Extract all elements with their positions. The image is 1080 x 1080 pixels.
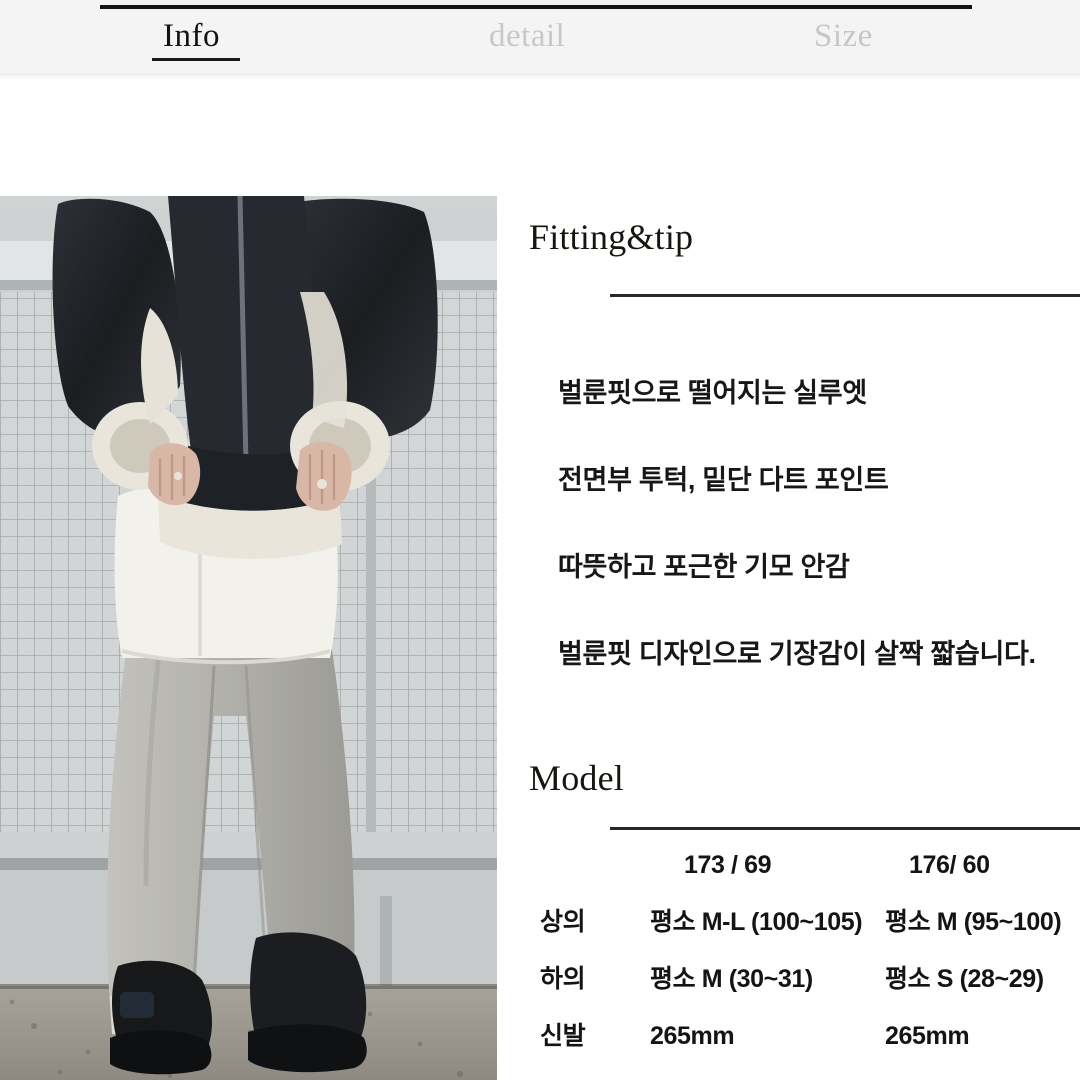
model-row-1-col1: 평소 M (30~31) bbox=[650, 965, 813, 993]
fitting-line-1: 벌룬핏으로 떨어지는 실루엣 bbox=[558, 378, 867, 408]
model-table: 173 / 69 176/ 60 상의 평소 M-L (100~105) 평소 … bbox=[529, 848, 1080, 1076]
fitting-line-4: 벌룬핏 디자인으로 기장감이 살짝 짧습니다. bbox=[558, 639, 1036, 669]
fitting-heading: Fitting&tip bbox=[529, 217, 694, 257]
fitting-rule bbox=[610, 294, 1080, 297]
model-row-2-col1: 265mm bbox=[650, 1022, 735, 1050]
model-table-header-row: 173 / 69 176/ 60 bbox=[529, 848, 1080, 905]
model-row-2-label: 신발 bbox=[540, 1022, 586, 1050]
model-col-1-header: 173 / 69 bbox=[684, 851, 772, 879]
model-heading: Model bbox=[529, 758, 624, 798]
model-row-1-label: 하의 bbox=[540, 965, 586, 993]
table-row: 신발 265mm 265mm bbox=[529, 1019, 1080, 1076]
model-row-1-col2: 평소 S (28~29) bbox=[885, 965, 1044, 993]
fitting-line-3: 따뜻하고 포근한 기모 안감 bbox=[558, 552, 850, 582]
model-col-2-header: 176/ 60 bbox=[909, 851, 990, 879]
product-info-page: Info detail Size Fitting&tip 벌룬핏으로 떨어지는 … bbox=[0, 0, 1080, 1080]
info-content: Fitting&tip 벌룬핏으로 떨어지는 실루엣 전면부 투턱, 밑단 다트… bbox=[0, 0, 1080, 1080]
model-row-2-col2: 265mm bbox=[885, 1022, 970, 1050]
model-row-0-label: 상의 bbox=[540, 908, 586, 936]
model-row-0-col1: 평소 M-L (100~105) bbox=[650, 908, 863, 936]
table-row: 상의 평소 M-L (100~105) 평소 M (95~100) bbox=[529, 905, 1080, 962]
model-rule bbox=[610, 827, 1080, 830]
table-row: 하의 평소 M (30~31) 평소 S (28~29) bbox=[529, 962, 1080, 1019]
fitting-line-2: 전면부 투턱, 밑단 다트 포인트 bbox=[558, 465, 889, 495]
model-row-0-col2: 평소 M (95~100) bbox=[885, 908, 1062, 936]
